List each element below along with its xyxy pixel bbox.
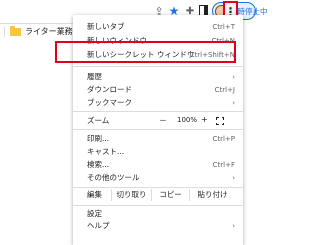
- copy-button[interactable]: コピー: [151, 189, 189, 201]
- fullscreen-icon[interactable]: [215, 116, 224, 125]
- chevron-right-icon: ›: [232, 99, 235, 107]
- menu-item-label: 新しいウィンドウ: [87, 36, 147, 45]
- menu-item-label: ブックマーク: [87, 98, 132, 107]
- chrome-main-menu: 新しいタブ Ctrl+T 新しいウィンドウ Ctrl+N 新しいシークレット ウ…: [73, 15, 243, 245]
- menu-item-shortcut: Ctrl+F: [212, 161, 235, 169]
- chevron-right-icon: ›: [232, 222, 235, 230]
- menu-item-help[interactable]: ヘルプ ›: [73, 220, 235, 232]
- menu-item-incognito[interactable]: 新しいシークレット ウィンドウ Ctrl+Shift+N: [73, 49, 235, 61]
- bookmark-separator: [4, 27, 5, 37]
- menu-item-label: 履歴: [87, 72, 102, 81]
- menu-item-downloads[interactable]: ダウンロード Ctrl+J: [73, 84, 235, 96]
- menu-item-shortcut: Ctrl+P: [212, 135, 235, 143]
- menu-separator: [73, 205, 243, 206]
- menu-item-new-window[interactable]: 新しいウィンドウ Ctrl+N: [73, 35, 235, 47]
- paste-button[interactable]: 貼り付け: [189, 189, 235, 201]
- menu-item-label: キャスト...: [87, 147, 125, 156]
- menu-item-cast[interactable]: キャスト...: [73, 146, 235, 158]
- menu-item-print[interactable]: 印刷... Ctrl+P: [73, 133, 235, 145]
- menu-item-label: 印刷...: [87, 134, 110, 143]
- menu-item-shortcut: Ctrl+Shift+N: [189, 51, 235, 59]
- menu-separator: [73, 66, 243, 67]
- menu-item-settings[interactable]: 設定: [73, 208, 235, 220]
- menu-item-label: ズーム: [87, 116, 110, 125]
- menu-item-label: 編集: [87, 190, 102, 199]
- zoom-out-button[interactable]: －: [159, 115, 167, 126]
- chevron-right-icon: ›: [232, 174, 235, 182]
- menu-separator: [73, 187, 243, 188]
- menu-item-new-tab[interactable]: 新しいタブ Ctrl+T: [73, 21, 235, 33]
- menu-item-find[interactable]: 検索... Ctrl+F: [73, 159, 235, 171]
- menu-item-bookmarks[interactable]: ブックマーク ›: [73, 97, 235, 109]
- menu-item-shortcut: Ctrl+J: [214, 86, 235, 94]
- menu-item-edit: 編集 切り取り コピー 貼り付け: [73, 189, 243, 201]
- menu-item-label: 検索...: [87, 160, 110, 169]
- zoom-in-button[interactable]: +: [201, 115, 208, 124]
- cut-button[interactable]: 切り取り: [111, 189, 151, 201]
- menu-item-history[interactable]: 履歴 ›: [73, 71, 235, 83]
- folder-icon: [10, 26, 21, 36]
- chevron-right-icon: ›: [232, 73, 235, 81]
- menu-item-shortcut: Ctrl+T: [212, 23, 235, 31]
- menu-item-shortcut: Ctrl+N: [211, 37, 235, 45]
- menu-item-label: ヘルプ: [87, 221, 110, 230]
- menu-item-label: 新しいタブ: [87, 22, 125, 31]
- menu-item-zoom: ズーム: [73, 115, 235, 127]
- bookmark-folder-label[interactable]: ライター業務: [25, 26, 73, 37]
- menu-separator: [73, 111, 243, 112]
- menu-item-label: ダウンロード: [87, 85, 132, 94]
- zoom-level: 100%: [177, 116, 198, 124]
- menu-item-label: 設定: [87, 209, 102, 218]
- menu-separator: [73, 129, 243, 130]
- menu-item-label: 新しいシークレット ウィンドウ: [87, 50, 195, 59]
- menu-item-label: その他のツール: [87, 173, 140, 182]
- menu-item-more-tools[interactable]: その他のツール ›: [73, 172, 235, 184]
